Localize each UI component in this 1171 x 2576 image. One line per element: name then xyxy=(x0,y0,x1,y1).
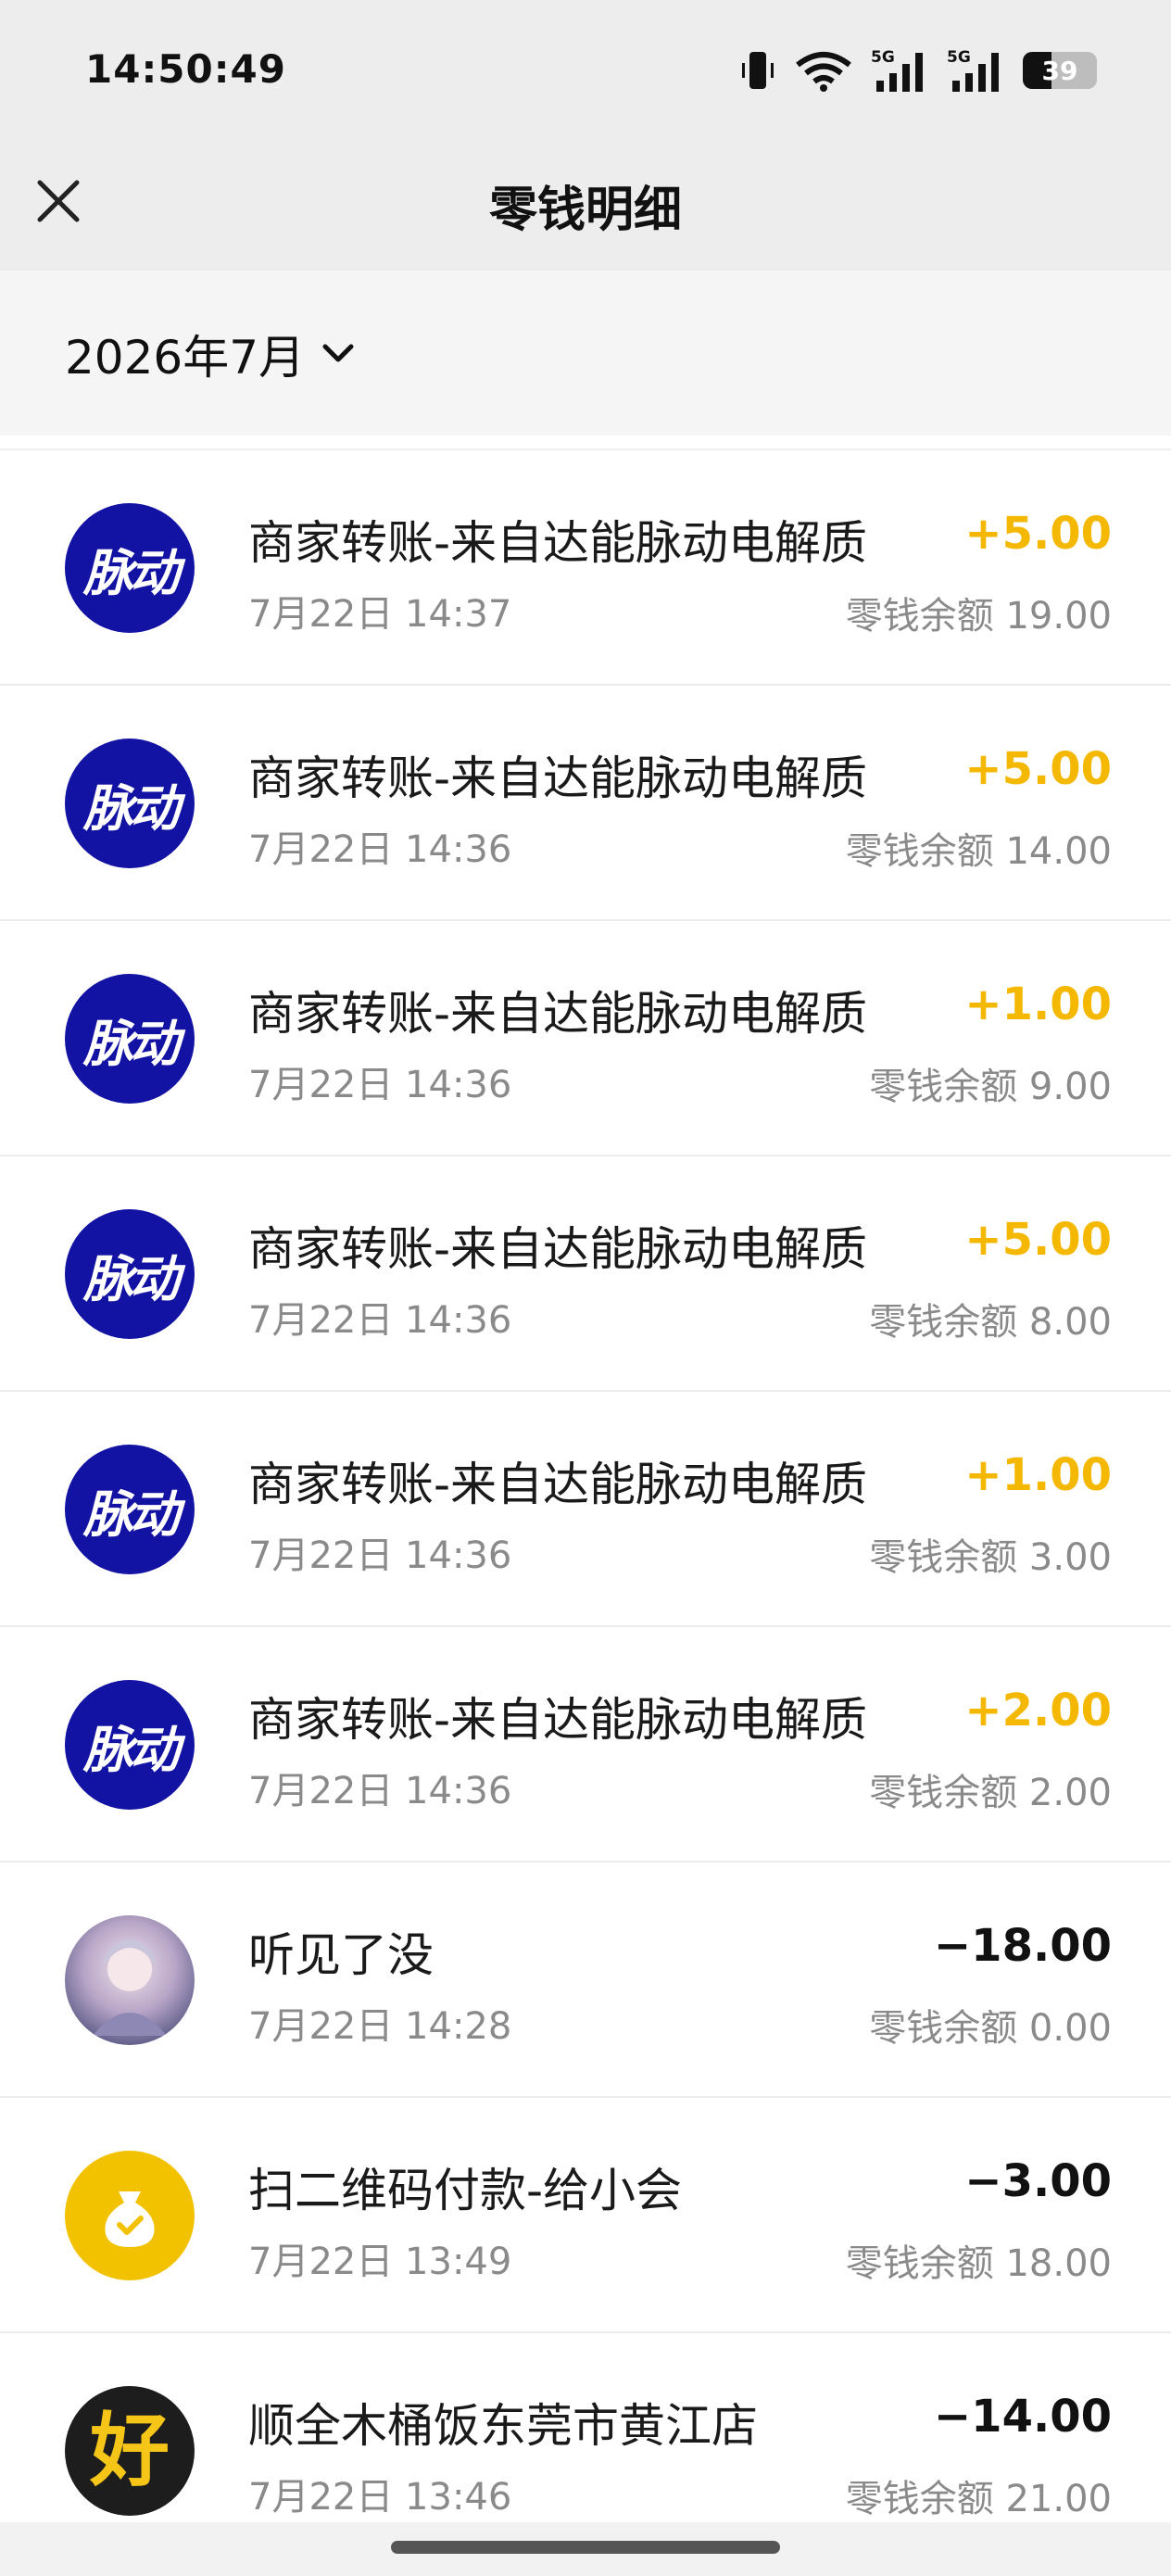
transaction-time: 7月22日 14:37 xyxy=(248,593,512,636)
transaction-row[interactable]: 脉动 商家转账-来自达能脉动电解质 7月22日 14:36 +1.00 零钱余额… xyxy=(0,1392,1171,1627)
balance-after: 零钱余额 21.00 xyxy=(845,2478,1112,2520)
transaction-name: 扫二维码付款-给小会 xyxy=(248,2164,683,2217)
balance-after: 零钱余额 9.00 xyxy=(869,1066,1112,1108)
battery-icon: 39 xyxy=(1023,52,1097,89)
merchant-avatar: 脉动 xyxy=(65,1209,195,1339)
transaction-amount: −3.00 xyxy=(964,2155,1112,2207)
transaction-time: 7月22日 14:36 xyxy=(248,1299,512,1342)
merchant-avatar: 好 xyxy=(65,2386,195,2516)
transaction-time: 7月22日 14:36 xyxy=(248,1770,512,1812)
transaction-time: 7月22日 14:36 xyxy=(248,1064,512,1106)
balance-after: 零钱余额 2.00 xyxy=(869,1772,1112,1814)
page-title: 零钱明细 xyxy=(488,182,682,238)
transaction-name: 商家转账-来自达能脉动电解质 xyxy=(248,1693,868,1747)
transaction-time: 7月22日 13:49 xyxy=(248,2241,512,2283)
gesture-bar xyxy=(0,2522,1171,2576)
close-button[interactable] xyxy=(28,170,89,232)
merchant-avatar: 脉动 xyxy=(65,1445,195,1574)
maidong-logo: 脉动 xyxy=(83,1249,180,1308)
user-avatar xyxy=(65,1915,195,2045)
payment-avatar xyxy=(65,2151,195,2280)
transaction-row[interactable]: 脉动 商家转账-来自达能脉动电解质 7月22日 14:36 +2.00 零钱余额… xyxy=(0,1627,1171,1863)
transaction-row[interactable]: 听见了没 7月22日 14:28 −18.00 零钱余额 0.00 xyxy=(0,1863,1171,2098)
status-bar: 14:50:49 5G 5G 39 xyxy=(0,0,1171,139)
merchant-avatar: 脉动 xyxy=(65,739,195,868)
merchant-avatar: 脉动 xyxy=(65,974,195,1104)
network-label: 5G xyxy=(871,48,895,67)
merchant-avatar: 脉动 xyxy=(65,1680,195,1810)
transaction-amount: +5.00 xyxy=(964,743,1112,795)
close-icon xyxy=(37,180,80,222)
transaction-amount: −14.00 xyxy=(933,2391,1112,2443)
chevron-down-icon xyxy=(322,344,354,362)
vibrate-icon xyxy=(742,52,774,89)
money-bag-icon xyxy=(105,2191,155,2247)
maidong-logo: 脉动 xyxy=(83,1014,180,1073)
maidong-logo: 脉动 xyxy=(83,543,180,602)
wifi-icon xyxy=(796,52,851,92)
transaction-name: 商家转账-来自达能脉动电解质 xyxy=(248,516,868,570)
transaction-row[interactable]: 脉动 商家转账-来自达能脉动电解质 7月22日 14:37 +5.00 零钱余额… xyxy=(0,450,1171,686)
transaction-time: 7月22日 13:46 xyxy=(248,2476,512,2519)
balance-after: 零钱余额 3.00 xyxy=(869,1536,1112,1579)
transaction-row[interactable]: 脉动 商家转账-来自达能脉动电解质 7月22日 14:36 +1.00 零钱余额… xyxy=(0,921,1171,1156)
status-icons: 5G 5G 39 xyxy=(739,44,1097,96)
month-label: 2026年7月 xyxy=(65,331,306,385)
balance-after: 零钱余额 18.00 xyxy=(845,2242,1112,2285)
battery-level: 39 xyxy=(1041,55,1078,86)
transaction-list: 脉动 商家转账-来自达能脉动电解质 7月22日 14:37 +5.00 零钱余额… xyxy=(0,450,1171,2569)
balance-after: 零钱余额 19.00 xyxy=(845,595,1112,638)
status-time: 14:50:49 xyxy=(85,46,286,92)
home-indicator[interactable] xyxy=(391,2541,780,2554)
transaction-row[interactable]: 脉动 商家转账-来自达能脉动电解质 7月22日 14:36 +5.00 零钱余额… xyxy=(0,686,1171,921)
signal-5g-icon-2: 5G xyxy=(947,48,999,92)
signal-5g-icon: 5G xyxy=(871,48,923,92)
transaction-amount: +2.00 xyxy=(964,1685,1112,1736)
transaction-name: 商家转账-来自达能脉动电解质 xyxy=(248,987,868,1041)
transaction-row[interactable]: 扫二维码付款-给小会 7月22日 13:49 −3.00 零钱余额 18.00 xyxy=(0,2098,1171,2333)
nav-bar: 零钱明细 xyxy=(0,139,1171,271)
transaction-time: 7月22日 14:36 xyxy=(248,828,512,871)
maidong-logo: 脉动 xyxy=(83,778,180,838)
transaction-time: 7月22日 14:28 xyxy=(248,2005,512,2048)
balance-after: 零钱余额 0.00 xyxy=(869,2007,1112,2050)
transaction-name: 商家转账-来自达能脉动电解质 xyxy=(248,751,868,805)
balance-after: 零钱余额 14.00 xyxy=(845,830,1112,873)
transaction-name: 商家转账-来自达能脉动电解质 xyxy=(248,1222,868,1276)
transaction-amount: +1.00 xyxy=(964,1449,1112,1501)
person-icon xyxy=(93,1939,167,2036)
network-label: 5G xyxy=(947,48,971,67)
maidong-logo: 脉动 xyxy=(83,1720,180,1779)
transaction-amount: +5.00 xyxy=(964,1214,1112,1266)
transaction-amount: +1.00 xyxy=(964,979,1112,1030)
transaction-time: 7月22日 14:36 xyxy=(248,1534,512,1577)
merchant-avatar: 脉动 xyxy=(65,503,195,633)
transaction-name: 顺全木桶饭东莞市黄江店 xyxy=(248,2399,758,2453)
transaction-name: 听见了没 xyxy=(248,1928,434,1982)
transaction-row[interactable]: 脉动 商家转账-来自达能脉动电解质 7月22日 14:36 +5.00 零钱余额… xyxy=(0,1156,1171,1392)
month-selector[interactable]: 2026年7月 xyxy=(65,319,355,389)
balance-after: 零钱余额 8.00 xyxy=(869,1301,1112,1344)
month-filter-bar: 2026年7月 xyxy=(0,271,1171,436)
transaction-amount: −18.00 xyxy=(933,1920,1112,1972)
hao-logo: 好 xyxy=(90,2405,170,2497)
maidong-logo: 脉动 xyxy=(83,1484,180,1544)
transaction-amount: +5.00 xyxy=(964,508,1112,560)
transaction-name: 商家转账-来自达能脉动电解质 xyxy=(248,1458,868,1511)
